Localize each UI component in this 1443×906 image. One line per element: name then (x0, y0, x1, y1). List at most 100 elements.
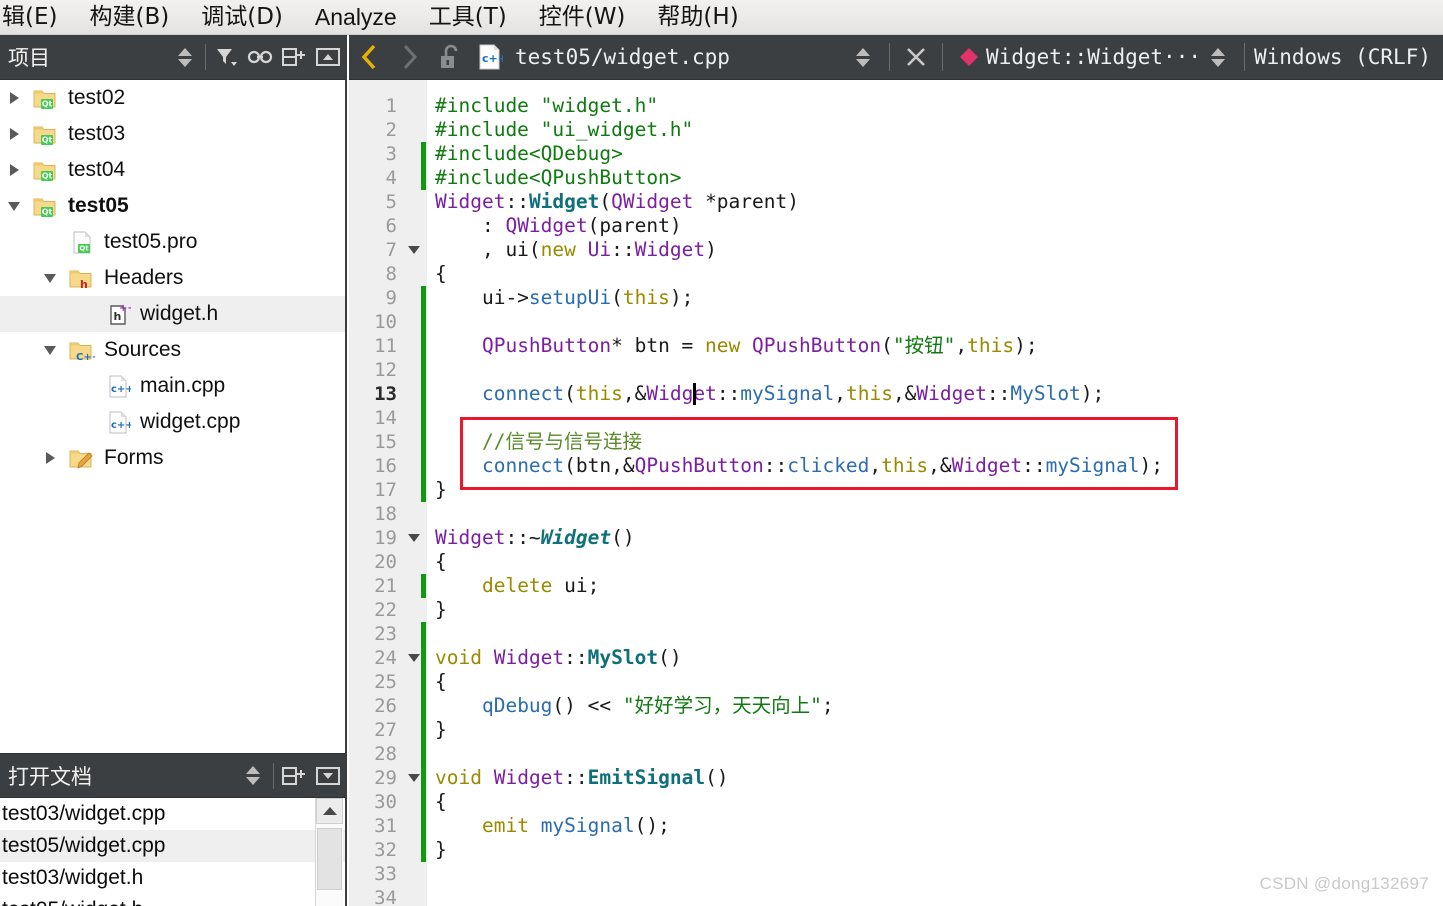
menu-item-4[interactable]: 工具(T) (413, 0, 523, 34)
line-ending-label[interactable]: Windows (CRLF) (1254, 45, 1443, 69)
code-line[interactable]: } (435, 598, 447, 622)
tree-item-sources[interactable]: C++ Sources (0, 332, 345, 368)
code-line[interactable]: Widget::~Widget() (435, 526, 635, 550)
code-line[interactable]: { (435, 262, 447, 286)
open-documents-list[interactable]: test03/widget.cpp test05/widget.cpp test03… (0, 798, 345, 906)
open-document-item[interactable]: test05/widget.cpp (0, 830, 345, 862)
chevron-down-icon[interactable] (0, 201, 28, 211)
tree-item-main-cpp[interactable]: c++ main.cpp (0, 368, 345, 404)
open-documents-scrollbar[interactable] (315, 798, 343, 906)
collapse-pane-button[interactable] (311, 36, 345, 78)
menu-item-2[interactable]: 调试(D) (185, 0, 299, 34)
line-number: 14 (374, 407, 397, 429)
navigate-forward-button[interactable] (389, 35, 429, 80)
tree-item-test02[interactable]: Qt test02 (0, 80, 345, 116)
code-editor[interactable]: 1 2 3 4 5 6 7 8 9 10 11 12 13 14 15 16 17 18 19 20 21 22 23 24 2… (349, 80, 1443, 906)
code-token: } (435, 838, 447, 861)
file-stepper-button[interactable] (846, 36, 880, 78)
code-line[interactable]: { (435, 670, 447, 694)
chevron-right-icon[interactable] (0, 164, 28, 176)
tree-item-test05[interactable]: Qt test05 (0, 188, 345, 224)
menu-item-5[interactable]: 控件(W) (523, 0, 642, 34)
symbol-stepper-button[interactable] (1201, 36, 1235, 78)
editor-filename[interactable]: test05/widget.cpp (509, 45, 730, 69)
scroll-up-button[interactable] (316, 798, 343, 824)
dropdown-menu-button[interactable] (311, 755, 345, 797)
menu-item-0[interactable]: 辑(E) (0, 0, 73, 34)
code-text-area[interactable]: #include "widget.h" #include "ui_widget.h… (427, 80, 1443, 906)
code-line[interactable]: void Widget::EmitSignal() (435, 766, 729, 790)
code-line[interactable]: QPushButton* btn = new QPushButton("按钮",… (435, 334, 1038, 358)
code-line[interactable]: delete ui; (435, 574, 599, 598)
chevron-down-icon[interactable] (36, 345, 64, 355)
chevron-right-icon[interactable] (36, 452, 64, 464)
code-line[interactable]: : QWidget(parent) (435, 214, 682, 238)
code-line[interactable]: { (435, 550, 447, 574)
code-line[interactable]: void Widget::MySlot() (435, 646, 682, 670)
chevron-down-icon[interactable] (36, 273, 64, 283)
code-line[interactable]: , ui(new Ui::Widget) (435, 238, 717, 262)
chevron-right-icon[interactable] (0, 92, 28, 104)
code-line[interactable]: //信号与信号连接 (435, 430, 642, 454)
link-with-editor-button[interactable] (243, 36, 277, 78)
tree-item-test05-pro[interactable]: Qt test05.pro (0, 224, 345, 260)
sync-stepper-button[interactable] (236, 755, 270, 797)
tree-item-forms[interactable]: Forms (0, 440, 345, 476)
code-token: connect (481, 382, 565, 405)
code-line[interactable]: { (435, 790, 447, 814)
change-marker (421, 358, 426, 382)
menu-bar: 辑(E) 构建(B) 调试(D) Analyze 工具(T) 控件(W) 帮助(H) (0, 0, 1443, 35)
menu-item-1[interactable]: 构建(B) (73, 0, 185, 34)
fold-toggle-icon[interactable] (405, 238, 423, 262)
open-document-item[interactable]: test03/widget.h (0, 862, 345, 894)
code-line[interactable]: } (435, 718, 447, 742)
menu-item-6[interactable]: 帮助(H) (641, 0, 754, 34)
split-pane-button[interactable] (277, 755, 311, 797)
editor-gutter[interactable]: 1 2 3 4 5 6 7 8 9 10 11 12 13 14 15 16 17 18 19 20 21 22 23 24 2… (349, 80, 427, 906)
code-line[interactable]: Widget::Widget(QWidget *parent) (435, 190, 799, 214)
cpp-file-icon: c++ (469, 35, 509, 80)
code-token: () (611, 526, 635, 549)
code-line[interactable]: #include<QDebug> (435, 142, 623, 166)
scrollbar-thumb[interactable] (317, 828, 342, 890)
code-line[interactable]: #include<QPushButton> (435, 166, 682, 190)
code-token: () (658, 646, 682, 669)
editor-toolbar: c++ test05/widget.cpp Widget::Widget··· … (349, 35, 1443, 80)
sync-stepper-button[interactable] (168, 36, 202, 78)
project-tree[interactable]: Qt test02 Qt test03 Qt test04 Qt test05 Qt test05… (0, 80, 345, 753)
code-token: QPushButton (481, 334, 612, 357)
chevron-right-icon[interactable] (0, 128, 28, 140)
menu-item-3[interactable]: Analyze (299, 0, 413, 34)
close-editor-button[interactable] (899, 36, 933, 78)
open-document-item[interactable]: test03/widget.cpp (0, 798, 345, 830)
code-line[interactable]: emit mySignal(); (435, 814, 670, 838)
code-line[interactable]: } (435, 838, 447, 862)
line-number: 34 (374, 887, 397, 906)
project-pane-title: 项目 (8, 46, 50, 70)
code-line[interactable]: #include "widget.h" (435, 94, 658, 118)
code-line[interactable]: connect(btn,&QPushButton::clicked,this,&… (435, 454, 1163, 478)
toolbar-divider (205, 44, 206, 70)
code-line[interactable]: connect(this,&Widget::mySignal,this,&Wid… (435, 382, 1104, 406)
tree-item-test04[interactable]: Qt test04 (0, 152, 345, 188)
filter-button[interactable] (209, 36, 243, 78)
code-line[interactable]: #include "ui_widget.h" (435, 118, 693, 142)
lock-toggle-button[interactable] (429, 35, 469, 80)
code-line[interactable]: ui->setupUi(this); (435, 286, 693, 310)
tree-item-widget-cpp[interactable]: c++ widget.cpp (0, 404, 345, 440)
collapse-up-icon (316, 48, 340, 66)
svg-text:Qt: Qt (42, 100, 53, 109)
open-document-item[interactable]: test05/widget.h (0, 894, 345, 906)
tree-item-headers[interactable]: h Headers (0, 260, 345, 296)
code-line[interactable]: qDebug() << "好好学习，天天向上"; (435, 694, 834, 718)
code-token: #include (435, 118, 541, 141)
code-line[interactable]: } (435, 478, 447, 502)
split-pane-button[interactable] (277, 36, 311, 78)
tree-item-test03[interactable]: Qt test03 (0, 116, 345, 152)
fold-toggle-icon[interactable] (405, 526, 423, 550)
tree-item-widget-h[interactable]: h++ widget.h (0, 296, 345, 332)
navigate-back-button[interactable] (349, 35, 389, 80)
current-symbol-label[interactable]: Widget::Widget··· (986, 45, 1201, 69)
